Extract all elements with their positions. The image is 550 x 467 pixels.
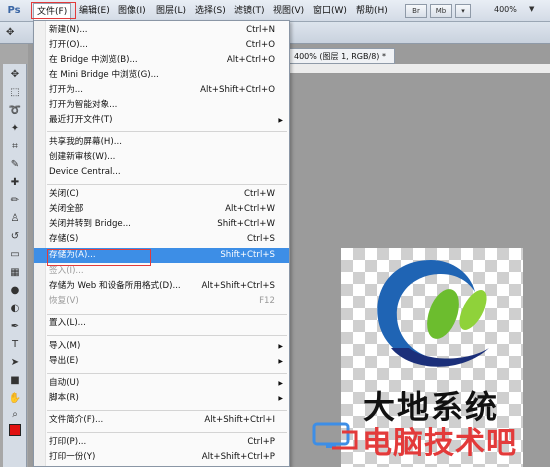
menu-item-check-in: 签入(I)... xyxy=(49,266,84,276)
menu-item-create-review[interactable]: 创建新审核(W)... xyxy=(34,150,289,165)
menu-item-save-for-web[interactable]: 存储为 Web 和设备所用格式(D)... Alt+Shift+Ctrl+S xyxy=(34,279,289,294)
menu-item-file-info[interactable]: 文件简介(F)... Alt+Shift+Ctrl+I xyxy=(34,413,289,428)
computer-monitor-icon xyxy=(312,422,358,450)
photoshop-logo: Ps xyxy=(7,5,21,16)
menu-item-close-go-bridge[interactable]: 关闭并转到 Bridge... Shift+Ctrl+W xyxy=(34,217,289,232)
menu-item-new[interactable]: 新建(N)... Ctrl+N xyxy=(34,23,289,38)
logo-navy-base xyxy=(391,348,489,367)
zoom-view-icon[interactable]: ▾ xyxy=(455,4,471,18)
logo-green-leaf-right xyxy=(459,290,487,330)
gradient-tool-icon[interactable]: ▦ xyxy=(7,266,23,280)
submenu-arrow-icon: ▶ xyxy=(278,380,283,387)
menu-view[interactable]: 视图(V) xyxy=(273,4,304,18)
hand-tool-icon[interactable]: ✋ xyxy=(7,392,23,406)
menu-separator xyxy=(47,432,287,433)
history-brush-tool-icon[interactable]: ↺ xyxy=(7,230,23,244)
company-logo-graphic xyxy=(377,260,489,367)
lasso-tool-icon[interactable]: ➰ xyxy=(7,104,23,118)
logo-green-leaf-left xyxy=(427,289,459,339)
menu-select[interactable]: 选择(S) xyxy=(195,4,226,18)
menu-window[interactable]: 窗口(W) xyxy=(313,4,347,18)
menu-item-automate[interactable]: 自动(U) ▶ xyxy=(34,376,289,391)
shape-tool-icon[interactable]: ■ xyxy=(7,374,23,388)
menu-item-scripts[interactable]: 脚本(R) ▶ xyxy=(34,391,289,406)
menu-item-place[interactable]: 置入(L)... xyxy=(34,316,289,331)
file-menu-highlight-box xyxy=(31,2,76,19)
eraser-tool-icon[interactable]: ▭ xyxy=(7,248,23,262)
blur-tool-icon[interactable]: ● xyxy=(7,284,23,298)
menu-item-open-as-smart-object[interactable]: 打开为智能对象... xyxy=(34,98,289,113)
menu-item-close[interactable]: 关闭(C) Ctrl+W xyxy=(34,187,289,202)
path-selection-tool-icon[interactable]: ➤ xyxy=(7,356,23,370)
type-tool-icon[interactable]: T xyxy=(7,338,23,352)
menu-item-import[interactable]: 导入(M) ▶ xyxy=(34,339,289,354)
save-as-highlight-box xyxy=(47,249,151,266)
menu-item-open-as[interactable]: 打开为... Alt+Shift+Ctrl+O xyxy=(34,83,289,98)
tools-panel: ✥ ⬚ ➰ ✦ ⌗ ✎ ✚ ✏ ♙ ↺ ▭ ▦ ● ◐ ✒ T ➤ ■ ✋ ⌕ xyxy=(3,64,27,467)
submenu-arrow-icon: ▶ xyxy=(278,395,283,402)
menu-item-export[interactable]: 导出(E) ▶ xyxy=(34,354,289,369)
horizontal-ruler xyxy=(290,64,550,74)
menu-item-browse-mini-bridge[interactable]: 在 Mini Bridge 中浏览(G)... xyxy=(34,68,289,83)
zoom-level-select[interactable]: 400% xyxy=(494,5,517,14)
menu-separator xyxy=(47,314,287,315)
healing-brush-tool-icon[interactable]: ✚ xyxy=(7,176,23,190)
crop-tool-icon[interactable]: ⌗ xyxy=(7,140,23,154)
menu-item-print[interactable]: 打印(P)... Ctrl+P xyxy=(34,435,289,450)
menu-separator xyxy=(47,184,287,185)
clone-stamp-tool-icon[interactable]: ♙ xyxy=(7,212,23,226)
document-tab[interactable]: 400% (图层 1, RGB/8) * xyxy=(285,48,395,64)
move-tool-icon[interactable]: ✥ xyxy=(6,27,14,38)
menu-filter[interactable]: 滤镜(T) xyxy=(234,4,265,18)
submenu-arrow-icon: ▶ xyxy=(278,358,283,365)
brush-tool-icon[interactable]: ✏ xyxy=(7,194,23,208)
menu-separator xyxy=(47,335,287,336)
submenu-arrow-icon: ▶ xyxy=(278,343,283,350)
mini-bridge-button[interactable]: Mb xyxy=(430,4,452,18)
menu-separator xyxy=(47,373,287,374)
dodge-tool-icon[interactable]: ◐ xyxy=(7,302,23,316)
file-menu-dropdown: 新建(N)... Ctrl+N 打开(O)... Ctrl+O 在 Bridge 中… xyxy=(33,20,290,467)
menu-item-recent-files[interactable]: 最近打开文件(T) ▶ xyxy=(34,113,289,128)
menu-item-device-central[interactable]: Device Central... xyxy=(34,165,289,180)
menu-help[interactable]: 帮助(H) xyxy=(356,4,388,18)
marquee-tool-icon[interactable]: ⬚ xyxy=(7,86,23,100)
menu-item-save[interactable]: 存储(S) Ctrl+S xyxy=(34,232,289,247)
menu-item-browse-bridge[interactable]: 在 Bridge 中浏览(B)... Alt+Ctrl+O xyxy=(34,53,289,68)
watermark-text: 电脑技术吧 xyxy=(362,426,517,461)
move-tool-icon[interactable]: ✥ xyxy=(7,68,23,82)
submenu-arrow-icon: ▶ xyxy=(278,117,283,124)
zoom-tool-icon[interactable]: ⌕ xyxy=(7,408,23,422)
menu-edit[interactable]: 编辑(E) xyxy=(79,4,110,18)
eyedropper-tool-icon[interactable]: ✎ xyxy=(7,158,23,172)
menu-item-share-screen[interactable]: 共享我的屏幕(H)... xyxy=(34,135,289,150)
menu-bar: Ps 文件(F) 编辑(E) 图像(I) 图层(L) 选择(S) 滤镜(T) 视… xyxy=(0,0,550,22)
bridge-button[interactable]: Br xyxy=(405,4,427,18)
pen-tool-icon[interactable]: ✒ xyxy=(7,320,23,334)
magic-wand-tool-icon[interactable]: ✦ xyxy=(7,122,23,136)
menu-image[interactable]: 图像(I) xyxy=(118,4,146,18)
menu-item-open[interactable]: 打开(O)... Ctrl+O xyxy=(34,38,289,53)
chevron-down-icon[interactable]: ▼ xyxy=(529,5,534,13)
menu-separator xyxy=(47,131,287,132)
logo-blue-swoosh xyxy=(377,260,475,364)
menu-item-close-all[interactable]: 关闭全部 Alt+Ctrl+W xyxy=(34,202,289,217)
menu-separator xyxy=(47,410,287,411)
menu-item-revert: 恢复(V) F12 xyxy=(49,296,275,306)
menu-item-print-one-copy[interactable]: 打印一份(Y) Alt+Shift+Ctrl+P xyxy=(34,450,289,465)
menu-layer[interactable]: 图层(L) xyxy=(156,4,186,18)
foreground-color-swatch[interactable] xyxy=(9,424,21,436)
